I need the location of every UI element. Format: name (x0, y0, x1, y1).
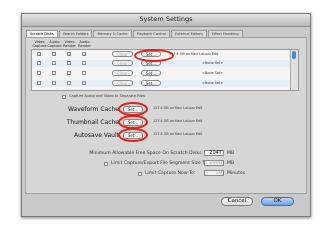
scratch-row: Clear Set... <None Set> (32, 80, 292, 87)
disk-path: 127.4 GB on Kaci LaLuzz Edit (169, 52, 219, 56)
title-bar[interactable]: System Settings (22, 14, 310, 27)
audio-capture-checkbox[interactable] (52, 81, 56, 85)
audio-render-checkbox[interactable] (82, 61, 86, 65)
clear-button[interactable]: Clear (112, 80, 133, 86)
video-capture-checkbox[interactable] (37, 71, 41, 75)
autosave-vault-label: Autosave Vault (73, 132, 119, 139)
limit-segment-unit: MB (227, 161, 235, 166)
separate-files-label: Capture Audio and Video to Separate File… (69, 94, 145, 98)
separate-files-checkbox[interactable] (62, 95, 66, 99)
disk-path: <None Set> (202, 81, 224, 85)
tab-search-folders[interactable]: Search Folders (58, 30, 93, 37)
limit-segment-label: Limit Capture/Export File Segment Size T… (111, 161, 209, 166)
list-scrollbar[interactable] (290, 50, 298, 90)
highlight-oval (134, 49, 174, 62)
min-free-space-label: Minimum Allowable Free Space On Scratch … (89, 151, 203, 156)
limit-capture-checkbox[interactable] (138, 172, 142, 176)
limit-capture-unit: Minutes (227, 171, 246, 176)
clear-button[interactable]: Clear (112, 60, 133, 66)
cancel-button[interactable]: Cancel (221, 197, 253, 206)
tab-playback-control[interactable]: Playback Control (132, 30, 170, 37)
disk-path: <None Set> (202, 71, 224, 75)
audio-render-checkbox[interactable] (82, 71, 86, 75)
autosave-path: 127.4 GB on Kaci LaLuzz Edit (153, 132, 203, 136)
limit-segment-field[interactable]: 2000 (204, 160, 224, 166)
limit-capture-label: Limit Capture Now To: (145, 171, 196, 176)
tab-external-editors[interactable]: External Editors (170, 30, 207, 37)
column-audio-capture: Audio Capture (47, 40, 62, 48)
disk-path: <None Set> (202, 61, 224, 65)
highlight-oval (118, 102, 148, 116)
video-render-checkbox[interactable] (67, 81, 71, 85)
column-video-render: Video Render (63, 40, 76, 48)
column-video-capture: Video Capture (32, 40, 47, 48)
video-capture-checkbox[interactable] (37, 61, 41, 65)
set-button[interactable]: Set... (141, 70, 161, 76)
tab-memory-cache[interactable]: Memory & Cache (93, 30, 132, 37)
tab-effect-handling[interactable]: Effect Handling (207, 30, 243, 37)
scratch-row: Clear Set... <None Set> (32, 70, 292, 77)
audio-render-checkbox[interactable] (82, 81, 86, 85)
highlight-oval (118, 128, 148, 142)
ok-button[interactable]: OK (261, 197, 294, 206)
waveform-path: 127.4 GB on Kaci LaLuzz Edit (153, 106, 203, 110)
min-free-space-field[interactable]: 2047 (204, 150, 224, 156)
set-button[interactable]: Set... (141, 80, 161, 86)
video-capture-checkbox[interactable] (37, 81, 41, 85)
limit-capture-field[interactable]: 30 (204, 170, 224, 176)
audio-capture-checkbox[interactable] (52, 71, 56, 75)
tab-bar: Scratch Disks Search Folders Memory & Ca… (26, 30, 244, 37)
video-render-checkbox[interactable] (67, 71, 71, 75)
audio-capture-checkbox[interactable]: ✓ (52, 52, 56, 57)
video-capture-checkbox[interactable]: ✓ (37, 52, 41, 57)
waveform-cache-label: Waveform Cache (67, 106, 119, 113)
column-headers: Video Capture Audio Capture Video Render… (32, 40, 92, 48)
thumbnail-path: 127.4 GB on Kaci LaLuzz Edit (153, 119, 203, 123)
limit-segment-checkbox[interactable] (104, 162, 108, 166)
thumbnail-cache-label: Thumbnail Cache (66, 119, 119, 126)
window-title: System Settings (139, 15, 193, 23)
scrollbar-thumb[interactable] (292, 51, 296, 59)
min-free-space-unit: MB (227, 151, 235, 156)
audio-render-checkbox[interactable]: ✓ (82, 52, 86, 57)
clear-button[interactable]: Clear (112, 51, 133, 57)
highlight-oval (118, 115, 148, 129)
scratch-disks-panel: Video Capture Audio Capture Video Render… (25, 37, 307, 194)
tab-scratch-disks[interactable]: Scratch Disks (26, 30, 58, 37)
clear-button[interactable]: Clear (112, 70, 133, 76)
video-render-checkbox[interactable] (67, 61, 71, 65)
video-render-checkbox[interactable]: ✓ (67, 52, 71, 57)
column-audio-render: Audio Render (78, 40, 91, 48)
audio-capture-checkbox[interactable] (52, 61, 56, 65)
system-settings-window: System Settings Scratch Disks Search Fol… (21, 13, 311, 217)
